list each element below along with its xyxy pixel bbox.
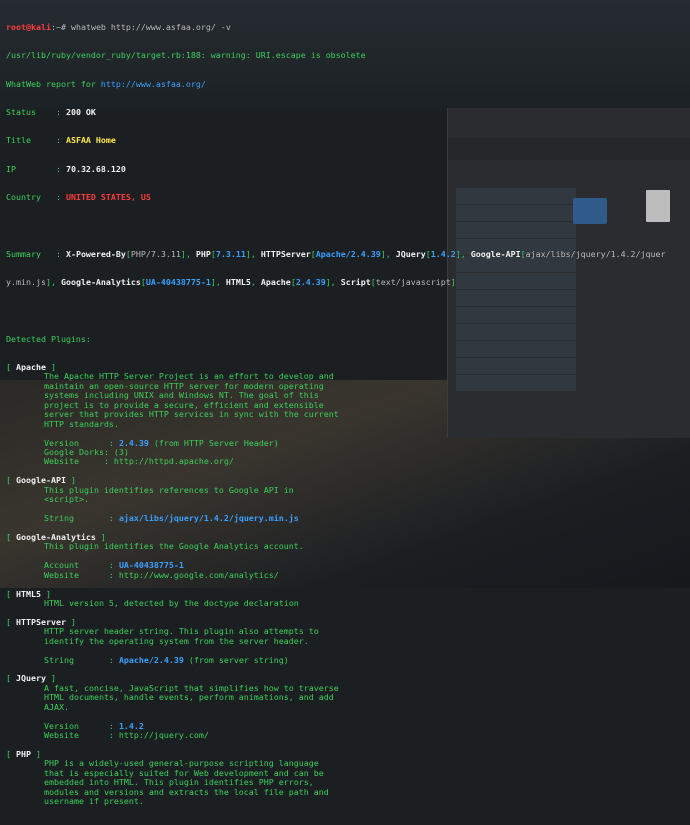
prompt-command: whatweb http://www.asfaa.org/ -v xyxy=(65,21,231,32)
title-line: Title : ASFAA Home xyxy=(6,136,686,145)
report-url: http://www.asfaa.org/ xyxy=(100,78,206,89)
summary-token: ] xyxy=(450,277,456,287)
summary-token: 1.4.2 xyxy=(430,248,456,259)
plugin-field-line: String : ajax/libs/jquery/1.4.2/jquery.m… xyxy=(6,513,686,524)
plugin-field-token: Website : http://httpd.apache.org/ xyxy=(44,456,234,467)
plugin-description-line: HTML documents, handle events, perform a… xyxy=(6,693,686,702)
plugin-field-token: Apache/2.4.39 xyxy=(118,654,184,665)
plugin-description-line: This plugin identifies references to Goo… xyxy=(6,485,686,495)
summary-token: text/javascript xyxy=(375,277,451,287)
plugin-description-line: HTML version 5, detected by the doctype … xyxy=(6,597,686,608)
prompt-path: :~# xyxy=(50,21,66,32)
plugin-description-line: This plugin identifies the Google Analyt… xyxy=(6,542,686,551)
summary-token: Google-API xyxy=(470,248,521,259)
summary-token: Apache xyxy=(260,277,291,287)
plugin-description-text: <script>. xyxy=(44,494,89,505)
plugin-field-token: Website : http://www.google.com/analytic… xyxy=(44,569,279,580)
summary-token: HTML5 xyxy=(225,277,251,287)
summary-line-1: Summary : X-Powered-By[PHP/7.3.11], PHP[… xyxy=(6,248,686,259)
report-prefix: WhatWeb report for xyxy=(6,78,101,89)
country-value: UNITED STATES, US xyxy=(65,191,151,202)
ip-line: IP : 70.32.68.120 xyxy=(6,163,686,174)
warning-line: /usr/lib/ruby/vendor_ruby/target.rb:188:… xyxy=(6,50,366,61)
plugin-list: [ Apache ] The Apache HTTP Server Projec… xyxy=(6,362,686,816)
plugin-description-text: identify the operating system from the s… xyxy=(44,635,309,646)
plugin-description-line: HTTP standards. xyxy=(6,418,686,429)
summary-token: ], xyxy=(380,248,396,259)
plugin-field-token: (from server string) xyxy=(183,654,289,665)
terminal-output[interactable]: root@kali:~# whatweb http://www.asfaa.or… xyxy=(6,4,686,825)
summary-token: ], xyxy=(245,248,261,259)
status-label: Status : xyxy=(6,106,66,117)
title-value: ASFAA Home xyxy=(65,135,116,146)
plugin-description-text: username if present. xyxy=(44,796,144,807)
summary-token: ], xyxy=(210,277,226,287)
plugin-field-line: Website : http://httpd.apache.org/ xyxy=(6,457,686,466)
plugin-description-text: This plugin identifies the Google Analyt… xyxy=(44,541,304,552)
summary-token: JQuery xyxy=(395,248,426,259)
summary-token: ], xyxy=(180,248,196,259)
status-line: Status : 200 OK xyxy=(6,106,686,117)
plugin-description-text: HTTP standards. xyxy=(44,418,119,429)
prompt-user: root@kali xyxy=(6,21,51,32)
summary-token: ], xyxy=(325,277,341,287)
summary-token: Apache/2.4.39 xyxy=(315,248,381,259)
title-label: Title : xyxy=(6,135,66,146)
command-prompt-line: root@kali:~# whatweb http://www.asfaa.or… xyxy=(6,21,686,32)
plugin-description-line: <script>. xyxy=(6,494,686,505)
summary-token: X-Powered-By xyxy=(65,248,126,259)
ip-label: IP : xyxy=(6,163,66,174)
plugin-name: HTML5 xyxy=(16,588,41,599)
status-value: 200 OK xyxy=(65,106,96,117)
plugin-field-line: Website : http://www.google.com/analytic… xyxy=(6,569,686,580)
summary-token: PHP/7.3.11 xyxy=(130,248,181,259)
summary-token: PHP xyxy=(195,248,211,259)
plugin-field-token: Website : http://jquery.com/ xyxy=(44,730,209,741)
summary-token: ], xyxy=(455,248,471,259)
plugin-field-token: String : xyxy=(44,513,119,524)
detected-plugins-label: Detected Plugins: xyxy=(6,333,91,344)
summary-token: HTTPServer xyxy=(260,248,311,259)
summary-token: 7.3.11 xyxy=(215,248,246,259)
summary-token: ], xyxy=(45,277,61,287)
plugin-field-line: String : Apache/2.4.39 (from server stri… xyxy=(6,654,686,665)
plugin-name: JQuery xyxy=(16,673,46,684)
summary-token: Script xyxy=(340,277,371,287)
summary-token: UA-40438775-1 xyxy=(145,277,211,287)
plugin-name: PHP xyxy=(16,748,31,759)
plugin-description-text: HTML documents, handle events, perform a… xyxy=(44,692,334,703)
summary-token: ajax/libs/jquery/1.4.2/jquer xyxy=(525,248,666,259)
plugin-field-line: Website : http://jquery.com/ xyxy=(6,730,686,741)
plugin-field-token: ajax/libs/jquery/1.4.2/jquery.min.js xyxy=(118,513,299,524)
plugin-field-token: String : xyxy=(44,654,119,665)
report-header-line: WhatWeb report for http://www.asfaa.org/ xyxy=(6,78,686,89)
ip-value: 70.32.68.120 xyxy=(65,163,126,174)
summary-line-2: y.min.js], Google-Analytics[UA-40438775-… xyxy=(6,277,686,287)
plugin-description-line: AJAX. xyxy=(6,701,686,712)
plugin-description-text: HTML version 5, detected by the doctype … xyxy=(44,597,299,608)
summary-token: Google-Analytics xyxy=(60,277,141,287)
summary-token: 2.4.39 xyxy=(295,277,326,287)
plugin-description-line: identify the operating system from the s… xyxy=(6,635,686,646)
summary-token: , xyxy=(250,277,261,287)
plugin-field-token: (from HTTP Server Header) xyxy=(148,437,279,448)
plugin-description-line: username if present. xyxy=(6,796,686,807)
summary-token: y.min.js xyxy=(6,277,46,287)
summary-label: Summary : xyxy=(6,248,66,259)
plugin-description-text: AJAX. xyxy=(44,701,69,712)
country-label: Country : xyxy=(6,191,66,202)
country-line: Country : UNITED STATES, US xyxy=(6,191,686,202)
